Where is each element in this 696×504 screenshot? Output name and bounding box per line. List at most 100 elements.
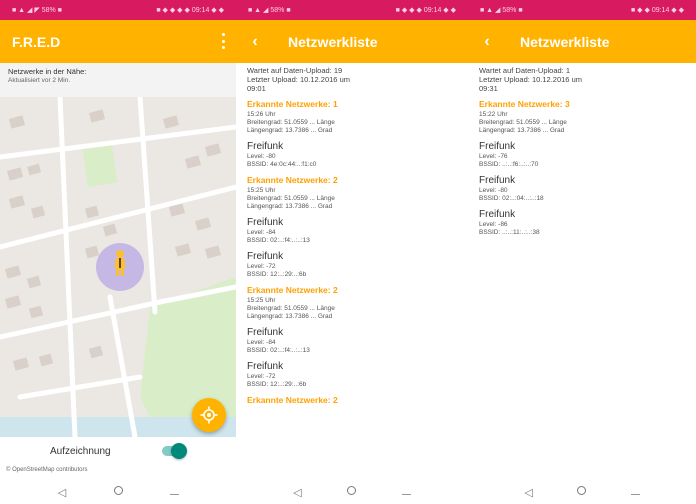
app-bar: ‹ Netzwerkliste bbox=[468, 20, 696, 63]
recents-icon bbox=[630, 494, 640, 495]
section-detail: Längengrad: 13.7386 ... Grad bbox=[247, 127, 333, 134]
network-detail: Level: -84 bbox=[247, 229, 276, 236]
home-button[interactable] bbox=[574, 486, 590, 498]
map-screen: ■ ▲ ◢ ◤ 58% ■ ■ ◆ ◆ ◆ ◆ 09:14 ◆ ◆ F.R.E.… bbox=[0, 0, 236, 504]
recents-button[interactable] bbox=[166, 486, 182, 498]
status-right: ■ ◆ ◆ ◆ 09:14 ◆ ◆ bbox=[395, 7, 456, 14]
back-arrow-icon[interactable]: ‹ bbox=[480, 33, 494, 51]
network-detail: BSSID: 02:..:f4:..:..:13 bbox=[247, 237, 310, 244]
network-detail: BSSID: ..:..:11:..:..:38 bbox=[479, 229, 540, 236]
network-detail: BSSID: 12:..:29:..:6b bbox=[247, 381, 307, 388]
network-item[interactable]: Freifunk Level: -84 BSSID: 02:..:f4:..:..:… bbox=[247, 327, 462, 355]
last-upload-time: 09:31 bbox=[479, 84, 498, 93]
last-upload-time: 09:01 bbox=[247, 84, 266, 93]
network-name: Freifunk bbox=[479, 141, 516, 152]
section-detail: 15:25 Uhr bbox=[247, 187, 276, 194]
section-container: Erkannte Netzwerke: 3 15:22 Uhr Breitengra… bbox=[479, 99, 690, 237]
app-bar: F.R.E.D bbox=[0, 20, 236, 63]
detection-section[interactable]: Erkannte Netzwerke: 2 bbox=[247, 395, 462, 405]
back-arrow-icon[interactable]: ‹ bbox=[248, 33, 262, 51]
nav-bar: ◁ bbox=[236, 480, 468, 504]
status-bar: ■ ▲ ◢ 58% ■ ■ ◆ ◆ 09:14 ◆ ◆ bbox=[468, 0, 696, 20]
last-upload-text: Letzter Upload: 10.12.2016 um bbox=[479, 75, 582, 84]
status-bar: ■ ▲ ◢ 58% ■ ■ ◆ ◆ ◆ 09:14 ◆ ◆ bbox=[236, 0, 468, 20]
recording-row: Aufzeichnung bbox=[0, 437, 236, 465]
back-icon[interactable]: ◁ bbox=[521, 486, 537, 499]
recents-button[interactable] bbox=[627, 486, 643, 498]
network-detail: BSSID: 4e:0c:44:..:f1:c0 bbox=[247, 161, 317, 168]
nav-bar: ◁ bbox=[0, 480, 236, 504]
map-view[interactable] bbox=[0, 97, 236, 437]
network-item[interactable]: Freifunk Level: -86 BSSID: ..:..:11:..:..:… bbox=[479, 209, 690, 237]
network-name: Freifunk bbox=[247, 217, 284, 228]
detection-section[interactable]: Erkannte Netzwerke: 1 15:26 Uhr Breitengra… bbox=[247, 99, 462, 169]
network-item[interactable]: Freifunk Level: -72 BSSID: 12:..:29:..:6b bbox=[247, 251, 462, 279]
upload-status: Wartet auf Daten-Upload: 1 Letzter Uploa… bbox=[479, 66, 690, 93]
section-detail: Längengrad: 13.7386 ... Grad bbox=[247, 313, 333, 320]
back-icon[interactable]: ◁ bbox=[289, 486, 305, 499]
section-detail: Breitengrad: 51.0559 ... Länge bbox=[247, 305, 335, 312]
network-list: Wartet auf Daten-Upload: 19 Letzter Uplo… bbox=[247, 66, 462, 407]
section-detail: 15:26 Uhr bbox=[247, 111, 276, 118]
home-icon bbox=[113, 486, 123, 495]
network-detail: Level: -80 bbox=[479, 187, 508, 194]
gps-fix-icon bbox=[200, 406, 218, 424]
network-detail: BSSID: 12:..:29:..:6b bbox=[247, 271, 307, 278]
section-detail: Breitengrad: 51.0559 ... Länge bbox=[247, 119, 335, 126]
network-item[interactable]: Freifunk Level: -80 BSSID: 4e:0c:44:..:f1:… bbox=[247, 141, 462, 169]
network-info-bar: Netzwerke in der Nähe: Aktualisiert vor … bbox=[0, 63, 236, 97]
section-detail: 15:22 Uhr bbox=[479, 111, 508, 118]
gps-fix-button[interactable] bbox=[192, 398, 226, 432]
back-icon[interactable]: ◁ bbox=[54, 486, 70, 499]
network-name: Freifunk bbox=[247, 251, 284, 262]
network-list: Wartet auf Daten-Upload: 1 Letzter Uploa… bbox=[479, 66, 690, 237]
network-name: Freifunk bbox=[479, 209, 516, 220]
section-detail: 15:25 Uhr bbox=[247, 297, 276, 304]
section-detail: Breitengrad: 51.0559 ... Länge bbox=[479, 119, 567, 126]
status-left: ■ ▲ ◢ 58% ■ bbox=[480, 7, 523, 14]
app-title: Netzwerkliste bbox=[520, 33, 610, 50]
app-bar: ‹ Netzwerkliste bbox=[236, 20, 468, 63]
network-list-screen-2: ■ ▲ ◢ 58% ■ ■ ◆ ◆ 09:14 ◆ ◆ ‹ Netzwerkli… bbox=[468, 0, 696, 504]
app-title: F.R.E.D bbox=[12, 33, 61, 50]
status-left: ■ ▲ ◢ ◤ 58% ■ bbox=[12, 7, 62, 14]
section-detail: Breitengrad: 51.0559 ... Länge bbox=[247, 195, 335, 202]
detection-section[interactable]: Erkannte Netzwerke: 2 15:25 Uhr Breitengra… bbox=[247, 175, 462, 279]
section-container: Erkannte Netzwerke: 1 15:26 Uhr Breitengra… bbox=[247, 99, 462, 405]
network-detail: Level: -76 bbox=[479, 153, 508, 160]
status-bar: ■ ▲ ◢ ◤ 58% ■ ■ ◆ ◆ ◆ ◆ 09:14 ◆ ◆ bbox=[0, 0, 236, 20]
network-item[interactable]: Freifunk Level: -72 BSSID: 12:..:29:..:6b bbox=[247, 361, 462, 389]
network-item[interactable]: Freifunk Level: -84 BSSID: 02:..:f4:..:..:… bbox=[247, 217, 462, 245]
section-detail: Längengrad: 13.7386 ... Grad bbox=[479, 127, 565, 134]
network-detail: Level: -80 bbox=[247, 153, 276, 160]
app-title: Netzwerkliste bbox=[288, 33, 378, 50]
home-button[interactable] bbox=[344, 486, 360, 498]
status-right: ■ ◆ ◆ ◆ ◆ 09:14 ◆ ◆ bbox=[156, 7, 224, 14]
network-item[interactable]: Freifunk Level: -80 BSSID: 02:..:04:..:..:… bbox=[479, 175, 690, 203]
network-detail: Level: -84 bbox=[247, 339, 276, 346]
status-left: ■ ▲ ◢ 58% ■ bbox=[248, 7, 291, 14]
nav-bar: ◁ bbox=[468, 480, 696, 504]
section-title: Erkannte Netzwerke: 2 bbox=[247, 285, 338, 295]
network-detail: Level: -86 bbox=[479, 221, 508, 228]
network-item[interactable]: Freifunk Level: -76 BSSID: ..:..:f6:..:..:… bbox=[479, 141, 690, 169]
pending-upload-text: Wartet auf Daten-Upload: 19 bbox=[247, 66, 343, 75]
recents-icon bbox=[169, 494, 179, 495]
home-icon bbox=[577, 486, 587, 495]
recording-toggle[interactable] bbox=[162, 443, 187, 459]
recents-button[interactable] bbox=[399, 486, 415, 498]
home-icon bbox=[347, 486, 357, 495]
map-attribution: © OpenStreetMap contributors bbox=[6, 467, 88, 473]
network-name: Freifunk bbox=[479, 175, 516, 186]
section-title: Erkannte Netzwerke: 3 bbox=[479, 99, 570, 109]
home-button[interactable] bbox=[110, 486, 126, 498]
network-info-subtitle: Aktualisiert vor 2 Min. bbox=[8, 77, 71, 85]
menu-icon[interactable] bbox=[222, 33, 226, 49]
section-title: Erkannte Netzwerke: 1 bbox=[247, 99, 338, 109]
section-detail: Längengrad: 13.7386 ... Grad bbox=[247, 203, 333, 210]
detection-section[interactable]: Erkannte Netzwerke: 2 15:25 Uhr Breitengra… bbox=[247, 285, 462, 389]
section-title: Erkannte Netzwerke: 2 bbox=[247, 175, 338, 185]
status-right: ■ ◆ ◆ 09:14 ◆ ◆ bbox=[630, 7, 684, 14]
detection-section[interactable]: Erkannte Netzwerke: 3 15:22 Uhr Breitengra… bbox=[479, 99, 690, 237]
network-detail: Level: -72 bbox=[247, 263, 276, 270]
